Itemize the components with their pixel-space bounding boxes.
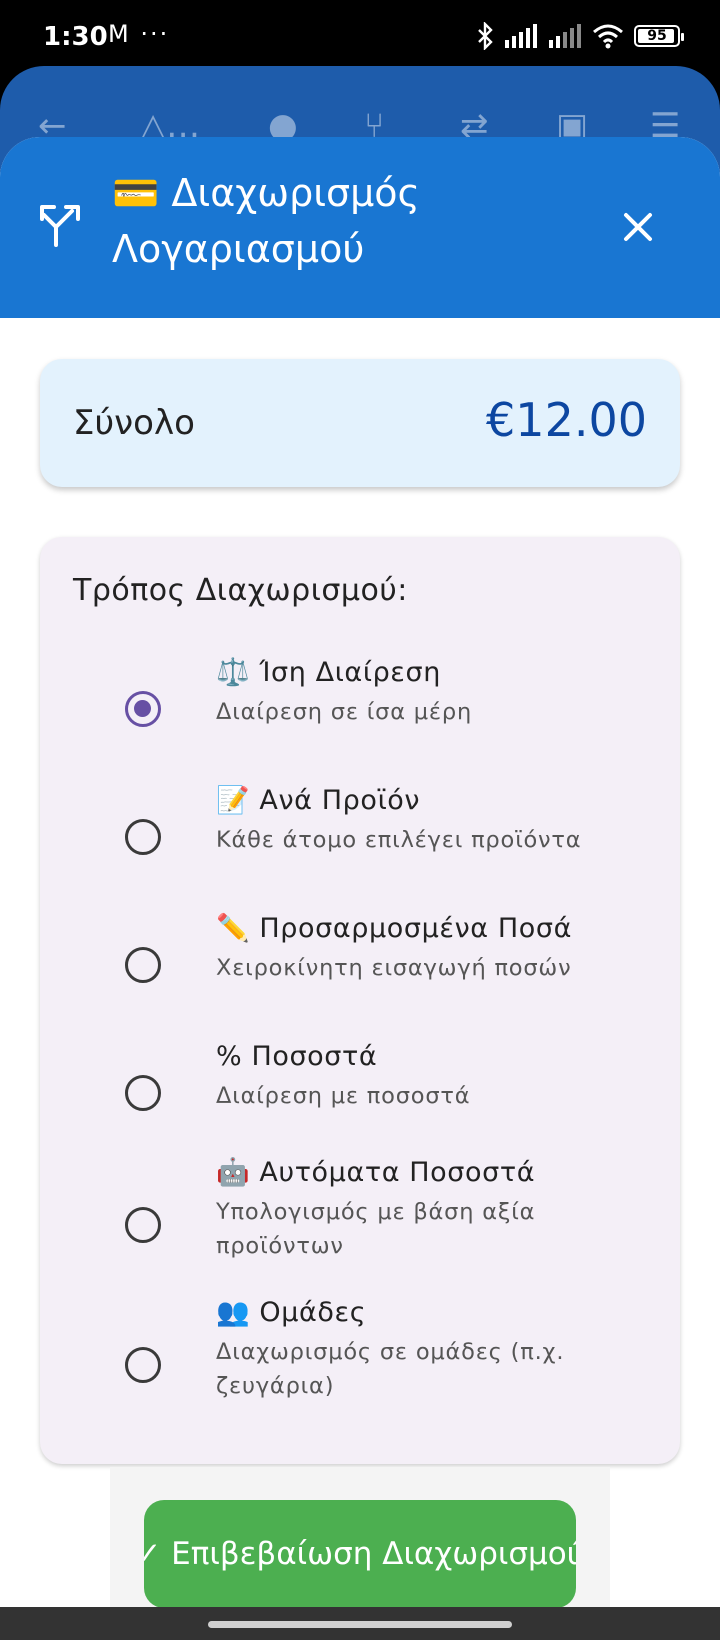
- split-bill-sheet: 💳 Διαχωρισμός Λογαριασμού Σύνολο €12.00 …: [0, 137, 720, 1607]
- navigation-bar: [0, 1607, 720, 1640]
- signal-icon: [505, 24, 537, 48]
- radio-button[interactable]: [125, 947, 161, 983]
- wifi-icon: [593, 24, 623, 49]
- sheet-title: 💳 Διαχωρισμός Λογαριασμού: [112, 171, 420, 271]
- option-label: 🤖 Αυτόματα Ποσοστά: [216, 1157, 536, 1188]
- option-description: Υπολογισμός με βάση αξία προϊόντων: [216, 1199, 536, 1259]
- close-button[interactable]: [612, 201, 664, 253]
- radio-button[interactable]: [125, 1207, 161, 1243]
- option-percentages[interactable]: % Ποσοστά Διαίρεση με ποσοστά: [40, 1039, 680, 1149]
- option-groups[interactable]: 👥 Ομάδες Διαχωρισμός σε ομάδες (π.χ. ζευ…: [40, 1295, 680, 1425]
- total-amount: €12.00: [486, 393, 647, 447]
- status-time: 1:30: [43, 22, 108, 52]
- radio-button[interactable]: [125, 691, 161, 727]
- radio-button[interactable]: [125, 819, 161, 855]
- option-description: Διαχωρισμός σε ομάδες (π.χ. ζευγάρια): [216, 1339, 565, 1399]
- battery-icon: 95: [634, 25, 684, 47]
- total-card: Σύνολο €12.00: [40, 359, 680, 487]
- option-custom-amounts[interactable]: ✏️ Προσαρμοσμένα Ποσά Χειροκίνητη εισαγω…: [40, 911, 680, 1021]
- home-gesture-handle[interactable]: [208, 1621, 512, 1628]
- sheet-header: 💳 Διαχωρισμός Λογαριασμού: [0, 137, 720, 318]
- bluetooth-icon: [478, 22, 493, 50]
- split-method-title: Τρόπος Διαχωρισμού:: [73, 573, 408, 608]
- confirm-split-button[interactable]: ✓ Επιβεβαίωση Διαχωρισμού: [144, 1500, 576, 1608]
- option-description: Χειροκίνητη εισαγωγή ποσών: [216, 955, 572, 981]
- option-equal-split[interactable]: ⚖️ Ίση Διαίρεση Διαίρεση σε ίσα μέρη: [40, 655, 680, 765]
- option-label: 👥 Ομάδες: [216, 1297, 367, 1328]
- signal-weak-icon: [549, 24, 581, 48]
- option-label: % Ποσοστά: [216, 1041, 378, 1072]
- option-label: ✏️ Προσαρμοσμένα Ποσά: [216, 913, 572, 944]
- option-auto-percentages[interactable]: 🤖 Αυτόματα Ποσοστά Υπολογισμός με βάση α…: [40, 1155, 680, 1285]
- option-label: 📝 Ανά Προϊόν: [216, 785, 421, 816]
- radio-button[interactable]: [125, 1347, 161, 1383]
- battery-level: 95: [647, 28, 667, 44]
- close-icon: [624, 213, 652, 241]
- option-description: Κάθε άτομο επιλέγει προϊόντα: [216, 827, 582, 853]
- status-right-icons: 95: [476, 22, 684, 50]
- total-label: Σύνολο: [73, 403, 195, 443]
- option-per-item[interactable]: 📝 Ανά Προϊόν Κάθε άτομο επιλέγει προϊόντ…: [40, 783, 680, 893]
- option-label: ⚖️ Ίση Διαίρεση: [216, 657, 441, 688]
- option-description: Διαίρεση με ποσοστά: [216, 1083, 471, 1109]
- split-method-card: Τρόπος Διαχωρισμού: ⚖️ Ίση Διαίρεση Διαί…: [40, 537, 680, 1464]
- radio-button[interactable]: [125, 1075, 161, 1111]
- notification-icons: M ···: [108, 20, 170, 48]
- option-description: Διαίρεση σε ίσα μέρη: [216, 699, 473, 725]
- call-split-icon: [40, 205, 80, 247]
